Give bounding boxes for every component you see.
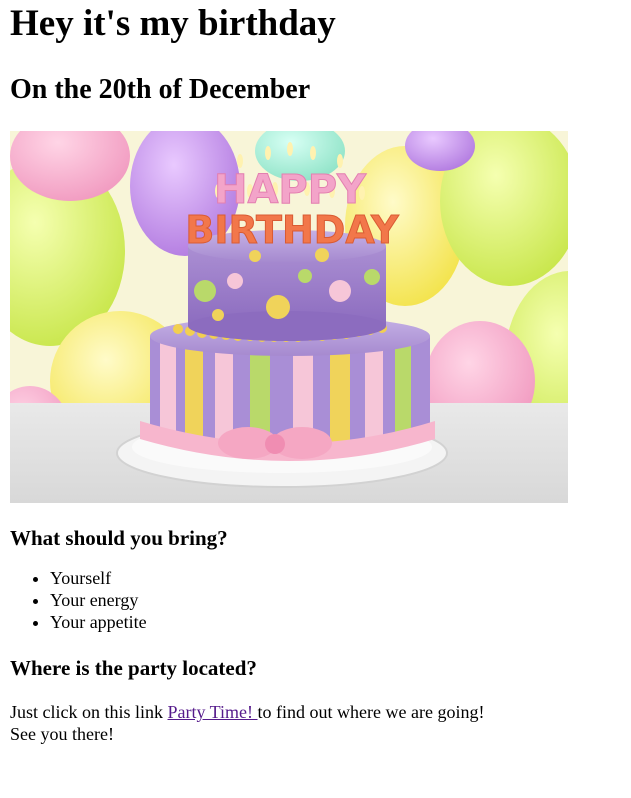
cake-topper-line1: HAPPY bbox=[214, 167, 367, 213]
birthday-cake-image: HAPPY BIRTHDAY bbox=[10, 131, 568, 503]
page-subtitle: On the 20th of December bbox=[10, 74, 311, 105]
bring-heading: What should you bring? bbox=[10, 526, 228, 550]
list-item: Your energy bbox=[50, 589, 621, 611]
page: Hey it's my birthday On the 20th of Dece… bbox=[0, 0, 631, 745]
list-item: Your appetite bbox=[50, 611, 621, 633]
location-text-after: to find out where we are going! bbox=[257, 702, 485, 722]
closing-text: See you there! bbox=[10, 724, 114, 744]
party-time-link[interactable]: Party Time! bbox=[168, 702, 258, 722]
list-item: Yourself bbox=[50, 567, 621, 589]
location-paragraph: Just click on this link Party Time! to f… bbox=[10, 701, 621, 745]
bring-list: Yourself Your energy Your appetite bbox=[10, 567, 621, 633]
cake-topper-line2: BIRTHDAY bbox=[185, 208, 399, 252]
location-text-before: Just click on this link bbox=[10, 702, 168, 722]
page-title: Hey it's my birthday bbox=[10, 3, 336, 44]
location-heading: Where is the party located? bbox=[10, 656, 257, 680]
